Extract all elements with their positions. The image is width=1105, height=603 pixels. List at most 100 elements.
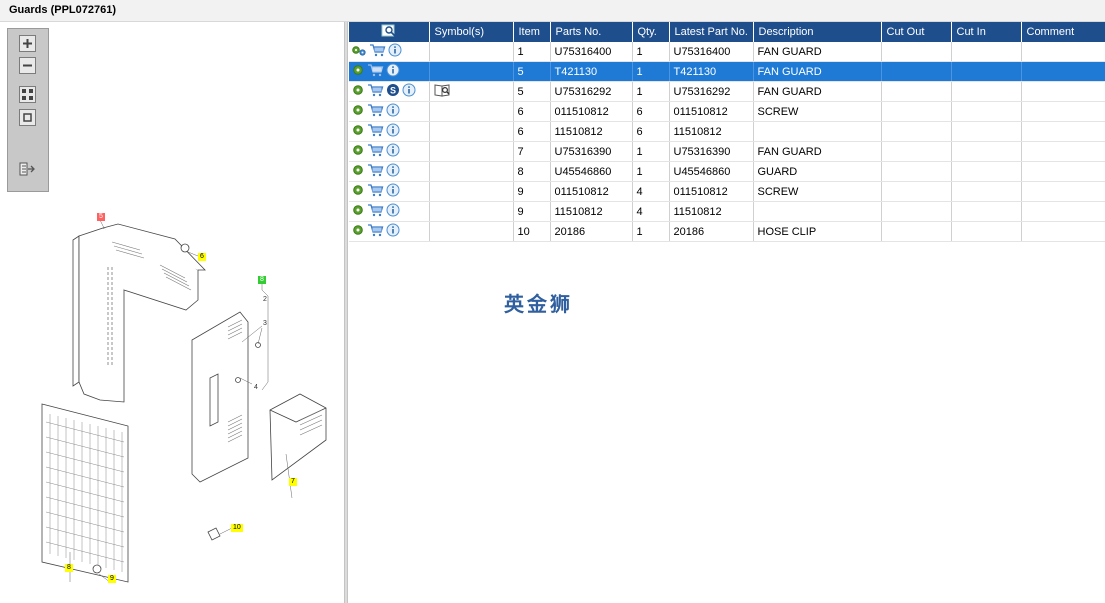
row-part-no: 20186 <box>550 221 633 242</box>
exploded-parts-diagram[interactable] <box>0 22 343 603</box>
row-item: 5 <box>513 61 551 82</box>
row-symbols <box>429 101 514 122</box>
info-icon[interactable] <box>386 143 400 160</box>
info-icon[interactable] <box>386 103 400 120</box>
callout-10[interactable]: 10 <box>231 524 243 532</box>
cart-icon[interactable] <box>367 163 384 180</box>
gear-icon[interactable] <box>351 103 365 120</box>
info-icon[interactable] <box>386 203 400 220</box>
info-icon[interactable] <box>386 223 400 240</box>
row-actions <box>349 101 430 122</box>
callout-5[interactable]: 5 <box>97 213 105 221</box>
gears-icon[interactable] <box>351 43 367 60</box>
callout-2[interactable]: 2 <box>261 296 269 304</box>
callout-9[interactable]: 9 <box>108 575 116 583</box>
callout-8[interactable]: 8 <box>258 276 266 284</box>
row-item: 7 <box>513 141 551 162</box>
header-comment[interactable]: Comment <box>1021 22 1105 42</box>
header-description[interactable]: Description <box>753 22 882 42</box>
header-symbols[interactable]: Symbol(s) <box>429 22 514 42</box>
gear-icon[interactable] <box>351 163 365 180</box>
row-comment <box>1021 181 1105 202</box>
row-symbols <box>429 201 514 222</box>
gear-icon[interactable] <box>351 183 365 200</box>
row-item: 6 <box>513 121 551 142</box>
table-row[interactable]: 6 11510812 6 11510812 <box>349 121 1105 142</box>
cart-icon[interactable] <box>367 103 384 120</box>
callout-4[interactable]: 4 <box>252 384 260 392</box>
table-row[interactable]: 6 011510812 6 011510812 SCREW <box>349 101 1105 122</box>
table-row[interactable]: 8 U45546860 1 U45546860 GUARD <box>349 161 1105 182</box>
cart-icon[interactable] <box>367 223 384 240</box>
cart-icon[interactable] <box>367 63 384 80</box>
row-symbols <box>429 121 514 142</box>
svg-text:S: S <box>390 86 396 96</box>
callout-7[interactable]: 7 <box>289 478 297 486</box>
parts-table: Symbol(s) Item Parts No. Qty. Latest Par… <box>349 22 1105 242</box>
row-symbols <box>429 81 514 102</box>
row-cut-in <box>951 221 1022 242</box>
gear-icon[interactable] <box>351 63 365 80</box>
table-row[interactable]: 7 U75316390 1 U75316390 FAN GUARD <box>349 141 1105 162</box>
cart-icon[interactable] <box>367 203 384 220</box>
callout-8b[interactable]: 8 <box>65 564 73 572</box>
row-part-no: U75316400 <box>550 42 633 62</box>
header-cut-out[interactable]: Cut Out <box>881 22 952 42</box>
gear-icon[interactable] <box>351 203 365 220</box>
header-parts-no[interactable]: Parts No. <box>550 22 633 42</box>
guard-right-panel <box>191 311 249 483</box>
gear-icon[interactable] <box>351 223 365 240</box>
pane-splitter[interactable] <box>344 22 348 603</box>
guard-grille <box>41 403 129 583</box>
header-search[interactable] <box>349 22 430 42</box>
hose-clip-part <box>207 527 221 541</box>
row-cut-in <box>951 201 1022 222</box>
row-symbols <box>429 181 514 202</box>
row-symbols <box>429 161 514 182</box>
table-row[interactable]: 9 011510812 4 011510812 SCREW <box>349 181 1105 202</box>
row-cut-out <box>881 101 952 122</box>
row-cut-out <box>881 221 952 242</box>
row-description: FAN GUARD <box>753 141 882 162</box>
row-qty: 6 <box>632 121 670 142</box>
table-row[interactable]: S 5 U75316292 1 U75316292 FAN GUARD <box>349 81 1105 102</box>
cart-icon[interactable] <box>367 143 384 160</box>
diagram-pane[interactable]: 5 6 8 2 3 4 7 10 8 9 <box>0 22 343 603</box>
info-icon[interactable] <box>386 63 400 80</box>
row-latest-part-no: 011510812 <box>669 101 754 122</box>
header-latest-part-no[interactable]: Latest Part No. <box>669 22 754 42</box>
row-actions <box>349 181 430 202</box>
cart-icon[interactable] <box>367 83 384 100</box>
gear-icon[interactable] <box>351 143 365 160</box>
callout-3[interactable]: 3 <box>261 320 269 328</box>
row-part-no: U75316390 <box>550 141 633 162</box>
header-item[interactable]: Item <box>513 22 551 42</box>
row-item: 8 <box>513 161 551 182</box>
row-latest-part-no: 11510812 <box>669 201 754 222</box>
row-qty: 4 <box>632 201 670 222</box>
gear-icon[interactable] <box>351 83 365 100</box>
book-icon[interactable] <box>434 83 452 100</box>
row-comment <box>1021 101 1105 122</box>
info-icon[interactable] <box>386 123 400 140</box>
cart-icon[interactable] <box>367 183 384 200</box>
header-qty[interactable]: Qty. <box>632 22 670 42</box>
watermark-text: 英金狮 <box>504 292 573 316</box>
table-row[interactable]: 10 20186 1 20186 HOSE CLIP <box>349 221 1105 242</box>
info-icon[interactable] <box>386 183 400 200</box>
row-item: 5 <box>513 81 551 102</box>
cart-icon[interactable] <box>367 123 384 140</box>
info-icon[interactable] <box>402 83 416 100</box>
gear-icon[interactable] <box>351 123 365 140</box>
s-icon[interactable]: S <box>386 83 400 100</box>
header-cut-in[interactable]: Cut In <box>951 22 1022 42</box>
info-icon[interactable] <box>388 43 402 60</box>
callout-6[interactable]: 6 <box>198 253 206 261</box>
info-icon[interactable] <box>386 163 400 180</box>
row-qty: 1 <box>632 61 670 82</box>
table-row[interactable]: 5 T421130 1 T421130 FAN GUARD <box>349 61 1105 82</box>
table-row[interactable]: 1 U75316400 1 U75316400 FAN GUARD <box>349 42 1105 62</box>
cart-icon[interactable] <box>369 43 386 60</box>
table-row[interactable]: 9 11510812 4 11510812 <box>349 201 1105 222</box>
row-qty: 1 <box>632 42 670 62</box>
